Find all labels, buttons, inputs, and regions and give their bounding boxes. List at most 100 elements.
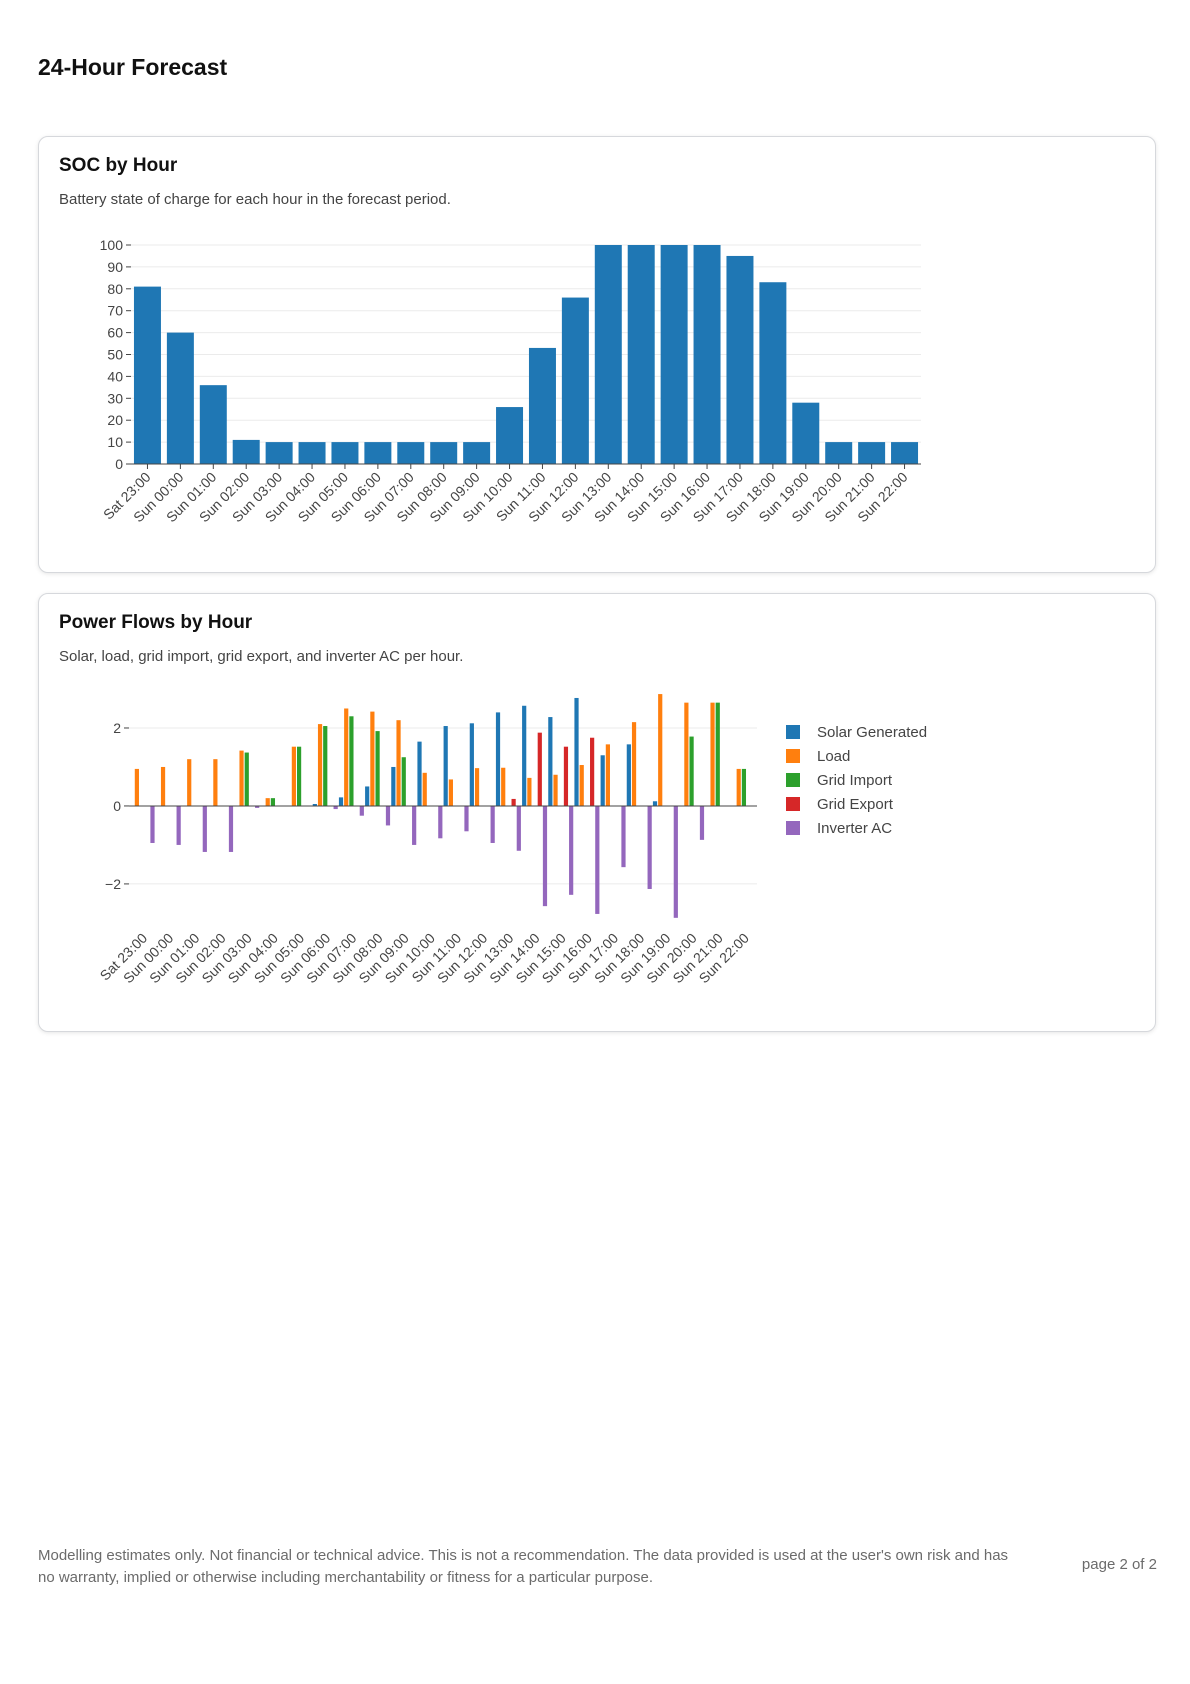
bar-solar-generated — [365, 786, 370, 806]
bar-grid-import — [689, 736, 694, 806]
bar-load — [631, 722, 637, 806]
bar-inverter-ac — [228, 805, 234, 852]
bar-inverter-ac — [490, 805, 495, 843]
bar — [594, 245, 622, 464]
bar-load — [684, 702, 689, 806]
bar-load — [213, 759, 218, 806]
bar-inverter-ac — [699, 805, 705, 840]
bar-solar-generated — [391, 766, 396, 806]
bar-solar-generated — [469, 723, 474, 806]
bar-grid-import — [323, 726, 328, 806]
y-tick-label: 100 — [100, 237, 124, 253]
bar — [298, 442, 326, 464]
y-tick-label: 50 — [107, 347, 123, 363]
bar-inverter-ac — [647, 805, 652, 889]
bar — [693, 245, 721, 464]
bar-solar-generated — [574, 697, 579, 806]
bar-inverter-ac — [385, 805, 391, 826]
bar-grid-import — [715, 702, 720, 806]
bar-solar-generated — [548, 717, 553, 806]
bar — [397, 442, 425, 464]
bar-grid-import — [296, 746, 302, 806]
bar — [232, 439, 260, 464]
legend-label: Inverter AC — [817, 820, 892, 837]
bar-load — [134, 768, 139, 806]
bar-inverter-ac — [202, 805, 207, 852]
bar — [463, 442, 491, 464]
bar — [331, 442, 359, 464]
bar — [199, 385, 227, 464]
bar — [496, 407, 524, 464]
bar-load — [527, 777, 532, 806]
bar-grid-import — [349, 716, 354, 806]
bar — [858, 442, 886, 464]
y-tick-label: 40 — [107, 368, 123, 384]
bar-inverter-ac — [359, 805, 364, 816]
legend-swatch — [786, 749, 800, 763]
page-title: 24-Hour Forecast — [38, 54, 228, 80]
bar-solar-generated — [626, 744, 631, 806]
bar-grid-import — [244, 752, 249, 806]
bar-load — [710, 702, 715, 806]
bar — [759, 282, 787, 464]
bar-inverter-ac — [621, 805, 626, 868]
bar — [265, 442, 293, 464]
bar — [660, 245, 688, 464]
legend-swatch — [786, 725, 800, 739]
bar-solar-generated — [443, 726, 448, 806]
power-chart-card: Power Flows by Hour Solar, load, grid im… — [38, 593, 1156, 1032]
legend-label: Solar Generated — [817, 724, 927, 741]
page-number: page 2 of 2 — [1081, 1556, 1157, 1573]
bar-grid-import — [401, 757, 406, 806]
bar — [627, 245, 655, 464]
bar-grid-export — [537, 732, 542, 806]
bar-solar-generated — [417, 741, 422, 806]
bar-inverter-ac — [569, 805, 574, 895]
y-tick-label: 70 — [107, 303, 123, 319]
bar-inverter-ac — [438, 805, 443, 839]
bar-grid-import — [270, 798, 276, 806]
disclaimer-text: Modelling estimates only. Not financial … — [38, 1547, 1009, 1586]
bar-inverter-ac — [542, 805, 548, 907]
bar-grid-export — [511, 798, 516, 806]
bar — [133, 286, 161, 464]
bar-load — [736, 768, 741, 806]
y-tick-label: 0 — [113, 798, 121, 814]
bar-inverter-ac — [412, 805, 417, 845]
y-tick-label: 90 — [107, 259, 123, 275]
bar-load — [422, 772, 427, 806]
bar-inverter-ac — [673, 805, 678, 918]
bar — [891, 442, 919, 464]
bar-load — [187, 759, 192, 806]
bar-load — [239, 750, 244, 806]
legend-label: Grid Export — [817, 796, 894, 813]
bar-grid-export — [563, 746, 569, 806]
bar-load — [265, 798, 270, 806]
bar — [364, 442, 392, 464]
bar-load — [553, 774, 558, 806]
legend-label: Load — [817, 748, 850, 765]
bar — [792, 402, 820, 464]
bar-load — [370, 711, 375, 806]
bar — [825, 442, 853, 464]
bar-load — [291, 746, 296, 806]
bar-inverter-ac — [516, 805, 521, 851]
bar — [166, 332, 194, 464]
bar-inverter-ac — [150, 805, 155, 843]
bar-load — [579, 765, 584, 806]
bar-load — [396, 720, 401, 806]
bar-load — [501, 767, 506, 806]
bar — [430, 442, 458, 464]
bar-grid-import — [375, 731, 380, 806]
y-tick-label: 30 — [107, 390, 123, 406]
y-tick-label: 10 — [107, 434, 123, 450]
bar-solar-generated — [338, 797, 344, 806]
bar-inverter-ac — [595, 805, 600, 914]
bar-inverter-ac — [464, 805, 469, 832]
bar-inverter-ac — [176, 805, 181, 845]
bar-grid-import — [741, 768, 747, 806]
y-tick-label: −2 — [105, 876, 121, 892]
y-tick-label: 0 — [115, 456, 123, 472]
y-tick-label: 2 — [113, 720, 121, 736]
bar-load — [160, 766, 166, 806]
